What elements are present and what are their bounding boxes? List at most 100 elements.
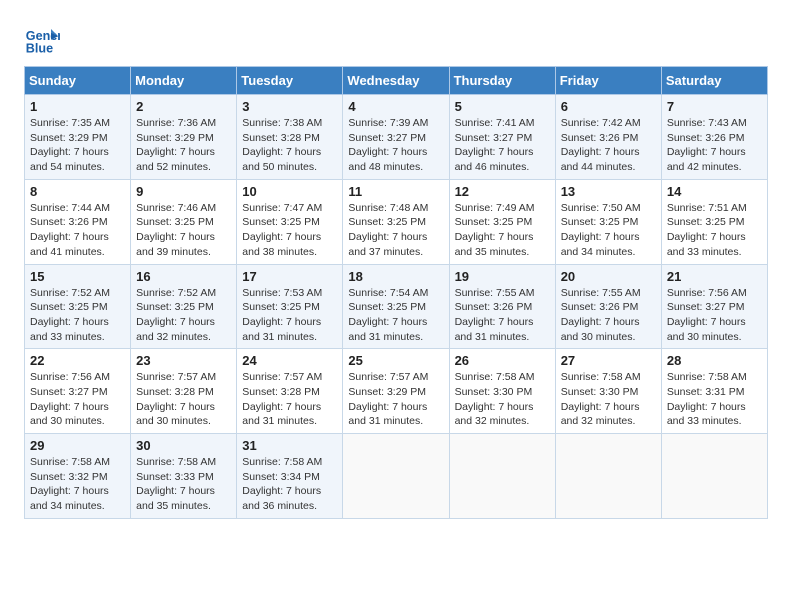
day-info: Sunrise: 7:38 AM Sunset: 3:28 PM Dayligh… xyxy=(242,116,337,175)
day-info: Sunrise: 7:35 AM Sunset: 3:29 PM Dayligh… xyxy=(30,116,125,175)
day-info: Sunrise: 7:58 AM Sunset: 3:33 PM Dayligh… xyxy=(136,455,231,514)
empty-cell xyxy=(449,434,555,519)
day-number: 28 xyxy=(667,353,762,368)
sunrise-text: Sunrise: 7:38 AM xyxy=(242,117,322,129)
day-info: Sunrise: 7:44 AM Sunset: 3:26 PM Dayligh… xyxy=(30,201,125,260)
daylight-text: Daylight: 7 hours and 30 minutes. xyxy=(30,401,109,428)
daylight-text: Daylight: 7 hours and 31 minutes. xyxy=(242,316,321,343)
day-number: 29 xyxy=(30,438,125,453)
day-number: 18 xyxy=(348,269,443,284)
sunrise-text: Sunrise: 7:53 AM xyxy=(242,287,322,299)
day-info: Sunrise: 7:55 AM Sunset: 3:26 PM Dayligh… xyxy=(561,286,656,345)
sunrise-text: Sunrise: 7:56 AM xyxy=(30,371,110,383)
svg-text:Blue: Blue xyxy=(26,41,53,55)
sunset-text: Sunset: 3:28 PM xyxy=(136,386,214,398)
sunrise-text: Sunrise: 7:39 AM xyxy=(348,117,428,129)
day-number: 27 xyxy=(561,353,656,368)
calendar-day-cell: 27 Sunrise: 7:58 AM Sunset: 3:30 PM Dayl… xyxy=(555,349,661,434)
daylight-text: Daylight: 7 hours and 32 minutes. xyxy=(455,401,534,428)
daylight-text: Daylight: 7 hours and 38 minutes. xyxy=(242,231,321,258)
sunrise-text: Sunrise: 7:56 AM xyxy=(667,287,747,299)
calendar-day-cell: 7 Sunrise: 7:43 AM Sunset: 3:26 PM Dayli… xyxy=(661,95,767,180)
calendar-day-cell: 3 Sunrise: 7:38 AM Sunset: 3:28 PM Dayli… xyxy=(237,95,343,180)
weekday-header-friday: Friday xyxy=(555,67,661,95)
day-info: Sunrise: 7:54 AM Sunset: 3:25 PM Dayligh… xyxy=(348,286,443,345)
sunrise-text: Sunrise: 7:49 AM xyxy=(455,202,535,214)
day-info: Sunrise: 7:57 AM Sunset: 3:29 PM Dayligh… xyxy=(348,370,443,429)
sunset-text: Sunset: 3:28 PM xyxy=(242,132,320,144)
daylight-text: Daylight: 7 hours and 34 minutes. xyxy=(30,485,109,512)
calendar-day-cell: 24 Sunrise: 7:57 AM Sunset: 3:28 PM Dayl… xyxy=(237,349,343,434)
day-info: Sunrise: 7:56 AM Sunset: 3:27 PM Dayligh… xyxy=(30,370,125,429)
daylight-text: Daylight: 7 hours and 48 minutes. xyxy=(348,146,427,173)
day-number: 21 xyxy=(667,269,762,284)
day-number: 10 xyxy=(242,184,337,199)
daylight-text: Daylight: 7 hours and 42 minutes. xyxy=(667,146,746,173)
daylight-text: Daylight: 7 hours and 32 minutes. xyxy=(561,401,640,428)
daylight-text: Daylight: 7 hours and 34 minutes. xyxy=(561,231,640,258)
calendar-day-cell: 19 Sunrise: 7:55 AM Sunset: 3:26 PM Dayl… xyxy=(449,264,555,349)
calendar-day-cell: 17 Sunrise: 7:53 AM Sunset: 3:25 PM Dayl… xyxy=(237,264,343,349)
empty-cell xyxy=(661,434,767,519)
daylight-text: Daylight: 7 hours and 33 minutes. xyxy=(667,231,746,258)
calendar-day-cell: 11 Sunrise: 7:48 AM Sunset: 3:25 PM Dayl… xyxy=(343,179,449,264)
day-number: 30 xyxy=(136,438,231,453)
sunset-text: Sunset: 3:26 PM xyxy=(667,132,745,144)
day-number: 17 xyxy=(242,269,337,284)
day-number: 7 xyxy=(667,99,762,114)
day-number: 6 xyxy=(561,99,656,114)
day-number: 12 xyxy=(455,184,550,199)
day-info: Sunrise: 7:58 AM Sunset: 3:32 PM Dayligh… xyxy=(30,455,125,514)
calendar-day-cell: 28 Sunrise: 7:58 AM Sunset: 3:31 PM Dayl… xyxy=(661,349,767,434)
day-info: Sunrise: 7:41 AM Sunset: 3:27 PM Dayligh… xyxy=(455,116,550,175)
day-info: Sunrise: 7:42 AM Sunset: 3:26 PM Dayligh… xyxy=(561,116,656,175)
day-info: Sunrise: 7:36 AM Sunset: 3:29 PM Dayligh… xyxy=(136,116,231,175)
sunrise-text: Sunrise: 7:58 AM xyxy=(242,456,322,468)
calendar-day-cell: 13 Sunrise: 7:50 AM Sunset: 3:25 PM Dayl… xyxy=(555,179,661,264)
weekday-header-sunday: Sunday xyxy=(25,67,131,95)
day-info: Sunrise: 7:47 AM Sunset: 3:25 PM Dayligh… xyxy=(242,201,337,260)
daylight-text: Daylight: 7 hours and 30 minutes. xyxy=(667,316,746,343)
calendar-day-cell: 29 Sunrise: 7:58 AM Sunset: 3:32 PM Dayl… xyxy=(25,434,131,519)
sunrise-text: Sunrise: 7:41 AM xyxy=(455,117,535,129)
day-number: 23 xyxy=(136,353,231,368)
sunset-text: Sunset: 3:25 PM xyxy=(455,216,533,228)
daylight-text: Daylight: 7 hours and 52 minutes. xyxy=(136,146,215,173)
sunrise-text: Sunrise: 7:55 AM xyxy=(455,287,535,299)
day-info: Sunrise: 7:39 AM Sunset: 3:27 PM Dayligh… xyxy=(348,116,443,175)
logo: General Blue xyxy=(24,20,64,56)
sunset-text: Sunset: 3:25 PM xyxy=(30,301,108,313)
sunset-text: Sunset: 3:26 PM xyxy=(561,301,639,313)
sunrise-text: Sunrise: 7:57 AM xyxy=(242,371,322,383)
sunset-text: Sunset: 3:32 PM xyxy=(30,471,108,483)
day-info: Sunrise: 7:58 AM Sunset: 3:30 PM Dayligh… xyxy=(455,370,550,429)
daylight-text: Daylight: 7 hours and 44 minutes. xyxy=(561,146,640,173)
day-info: Sunrise: 7:52 AM Sunset: 3:25 PM Dayligh… xyxy=(30,286,125,345)
day-info: Sunrise: 7:43 AM Sunset: 3:26 PM Dayligh… xyxy=(667,116,762,175)
day-info: Sunrise: 7:51 AM Sunset: 3:25 PM Dayligh… xyxy=(667,201,762,260)
calendar-week-row: 29 Sunrise: 7:58 AM Sunset: 3:32 PM Dayl… xyxy=(25,434,768,519)
day-number: 11 xyxy=(348,184,443,199)
day-number: 3 xyxy=(242,99,337,114)
day-info: Sunrise: 7:58 AM Sunset: 3:31 PM Dayligh… xyxy=(667,370,762,429)
day-number: 8 xyxy=(30,184,125,199)
calendar-day-cell: 2 Sunrise: 7:36 AM Sunset: 3:29 PM Dayli… xyxy=(131,95,237,180)
sunrise-text: Sunrise: 7:52 AM xyxy=(136,287,216,299)
calendar-day-cell: 20 Sunrise: 7:55 AM Sunset: 3:26 PM Dayl… xyxy=(555,264,661,349)
weekday-header-row: SundayMondayTuesdayWednesdayThursdayFrid… xyxy=(25,67,768,95)
calendar-day-cell: 18 Sunrise: 7:54 AM Sunset: 3:25 PM Dayl… xyxy=(343,264,449,349)
daylight-text: Daylight: 7 hours and 35 minutes. xyxy=(136,485,215,512)
day-number: 22 xyxy=(30,353,125,368)
daylight-text: Daylight: 7 hours and 31 minutes. xyxy=(348,316,427,343)
sunrise-text: Sunrise: 7:36 AM xyxy=(136,117,216,129)
daylight-text: Daylight: 7 hours and 32 minutes. xyxy=(136,316,215,343)
day-number: 25 xyxy=(348,353,443,368)
sunset-text: Sunset: 3:27 PM xyxy=(667,301,745,313)
daylight-text: Daylight: 7 hours and 33 minutes. xyxy=(667,401,746,428)
daylight-text: Daylight: 7 hours and 50 minutes. xyxy=(242,146,321,173)
sunset-text: Sunset: 3:25 PM xyxy=(667,216,745,228)
calendar-day-cell: 25 Sunrise: 7:57 AM Sunset: 3:29 PM Dayl… xyxy=(343,349,449,434)
sunset-text: Sunset: 3:26 PM xyxy=(561,132,639,144)
day-info: Sunrise: 7:58 AM Sunset: 3:30 PM Dayligh… xyxy=(561,370,656,429)
sunrise-text: Sunrise: 7:43 AM xyxy=(667,117,747,129)
